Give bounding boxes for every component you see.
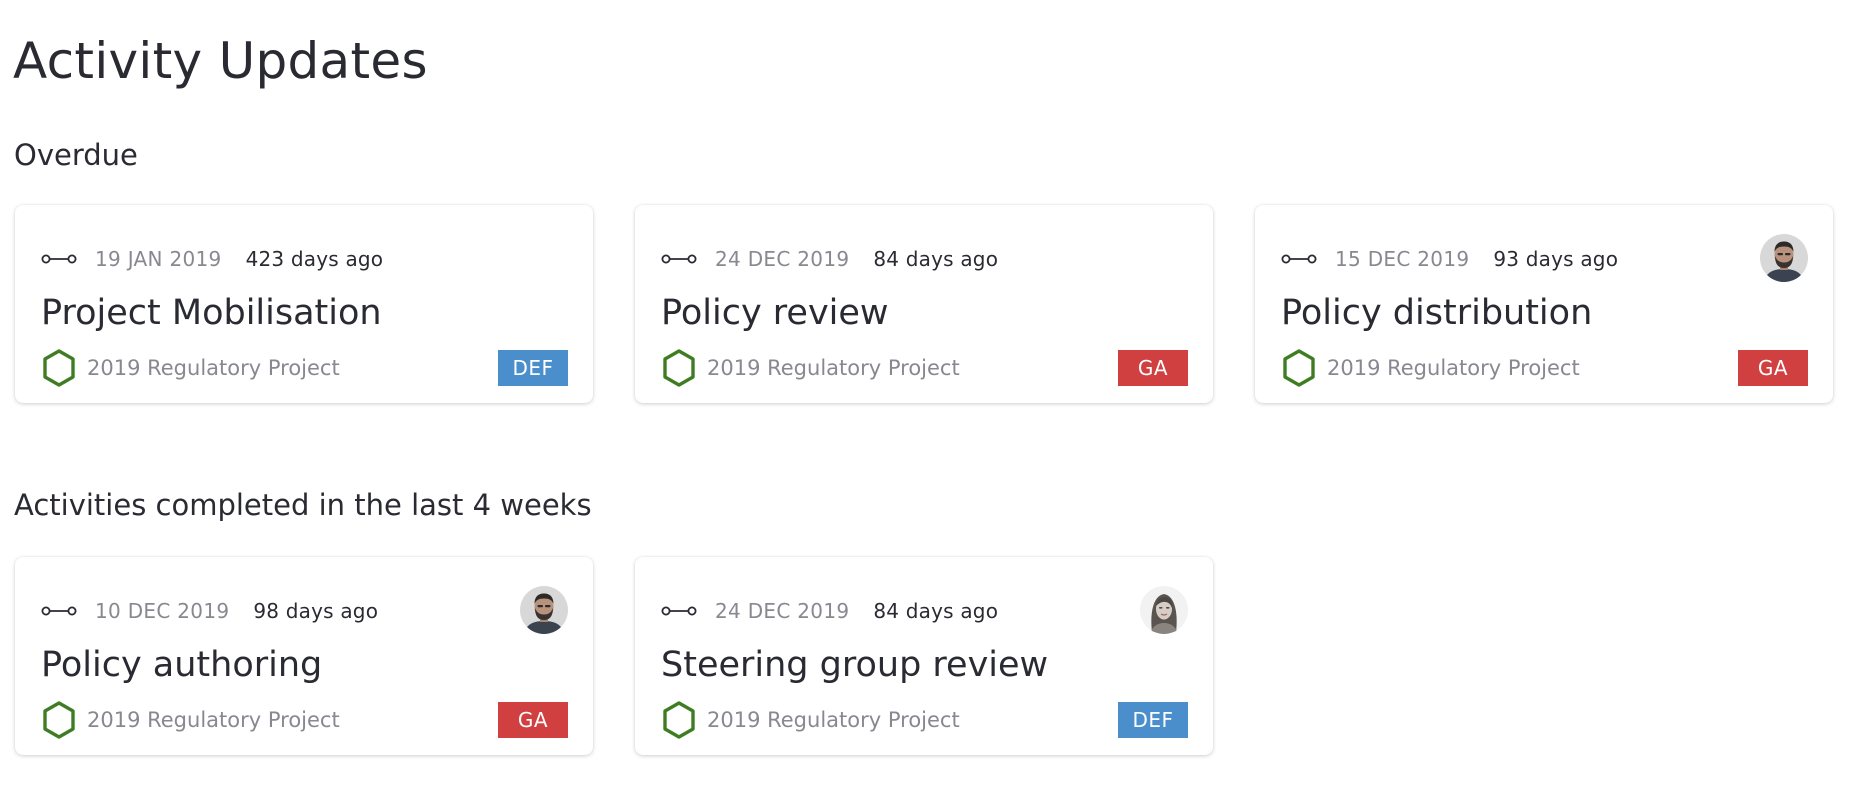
card-date: 24 DEC 2019 bbox=[715, 247, 850, 271]
activity-updates-page: Activity Updates Overdue 19 JAN 2019 423… bbox=[0, 0, 1862, 790]
card-project-name: 2019 Regulatory Project bbox=[707, 356, 960, 380]
activity-card[interactable]: 10 DEC 2019 98 days ago Policy authoring… bbox=[15, 557, 593, 755]
card-date: 24 DEC 2019 bbox=[715, 599, 850, 623]
card-project-name: 2019 Regulatory Project bbox=[87, 356, 340, 380]
milestone-icon bbox=[661, 253, 697, 265]
page-title: Activity Updates bbox=[13, 32, 428, 90]
milestone-icon bbox=[1281, 253, 1317, 265]
card-project[interactable]: 2019 Regulatory Project bbox=[1281, 348, 1580, 388]
card-date: 19 JAN 2019 bbox=[95, 247, 222, 271]
hexagon-icon bbox=[41, 348, 77, 388]
card-days-ago: 98 days ago bbox=[253, 599, 379, 623]
milestone-icon bbox=[661, 605, 697, 617]
card-meta: 19 JAN 2019 423 days ago bbox=[41, 243, 383, 275]
section-heading-overdue: Overdue bbox=[14, 138, 138, 172]
activity-card[interactable]: 15 DEC 2019 93 days ago Policy distribut… bbox=[1255, 205, 1833, 403]
milestone-icon bbox=[41, 253, 77, 265]
card-project[interactable]: 2019 Regulatory Project bbox=[661, 348, 960, 388]
card-meta: 24 DEC 2019 84 days ago bbox=[661, 595, 998, 627]
tag-badge: GA bbox=[1738, 350, 1808, 386]
hexagon-icon bbox=[661, 348, 697, 388]
card-days-ago: 84 days ago bbox=[873, 599, 999, 623]
card-title[interactable]: Policy authoring bbox=[41, 643, 322, 687]
woman-avatar[interactable] bbox=[1140, 586, 1188, 634]
card-project[interactable]: 2019 Regulatory Project bbox=[41, 348, 340, 388]
card-days-ago: 423 days ago bbox=[245, 247, 384, 271]
card-project-name: 2019 Regulatory Project bbox=[87, 708, 340, 732]
card-days-ago: 84 days ago bbox=[873, 247, 999, 271]
hexagon-icon bbox=[661, 700, 697, 740]
milestone-icon bbox=[41, 605, 77, 617]
card-title[interactable]: Policy review bbox=[661, 291, 889, 335]
man-avatar[interactable] bbox=[520, 586, 568, 634]
card-project-name: 2019 Regulatory Project bbox=[707, 708, 960, 732]
card-title[interactable]: Steering group review bbox=[661, 643, 1048, 687]
activity-card[interactable]: 19 JAN 2019 423 days ago Project Mobilis… bbox=[15, 205, 593, 403]
tag-badge: GA bbox=[1118, 350, 1188, 386]
card-days-ago: 93 days ago bbox=[1493, 247, 1619, 271]
card-title[interactable]: Policy distribution bbox=[1281, 291, 1592, 335]
activity-card[interactable]: 24 DEC 2019 84 days ago Steering group r… bbox=[635, 557, 1213, 755]
card-title[interactable]: Project Mobilisation bbox=[41, 291, 382, 335]
hexagon-icon bbox=[41, 700, 77, 740]
card-meta: 24 DEC 2019 84 days ago bbox=[661, 243, 998, 275]
card-project[interactable]: 2019 Regulatory Project bbox=[661, 700, 960, 740]
tag-badge: GA bbox=[498, 702, 568, 738]
tag-badge: DEF bbox=[498, 350, 568, 386]
tag-badge: DEF bbox=[1118, 702, 1188, 738]
man-avatar[interactable] bbox=[1760, 234, 1808, 282]
card-date: 10 DEC 2019 bbox=[95, 599, 230, 623]
section-heading-completed: Activities completed in the last 4 weeks bbox=[14, 488, 592, 522]
hexagon-icon bbox=[1281, 348, 1317, 388]
card-meta: 15 DEC 2019 93 days ago bbox=[1281, 243, 1618, 275]
card-project[interactable]: 2019 Regulatory Project bbox=[41, 700, 340, 740]
card-project-name: 2019 Regulatory Project bbox=[1327, 356, 1580, 380]
activity-card[interactable]: 24 DEC 2019 84 days ago Policy review 20… bbox=[635, 205, 1213, 403]
card-meta: 10 DEC 2019 98 days ago bbox=[41, 595, 378, 627]
card-date: 15 DEC 2019 bbox=[1335, 247, 1470, 271]
